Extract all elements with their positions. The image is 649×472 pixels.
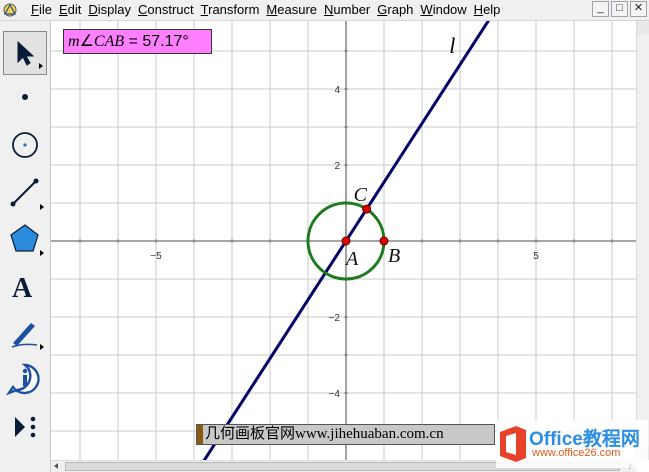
menu-label: raph bbox=[387, 2, 414, 17]
menu-edit[interactable]: Edit bbox=[56, 0, 85, 20]
point-label-a[interactable]: A bbox=[344, 248, 359, 270]
y-tick-label: −4 bbox=[329, 389, 341, 400]
arrow-select-tool[interactable] bbox=[3, 31, 47, 75]
y-tick-label: −2 bbox=[329, 313, 341, 324]
compass-circle-icon bbox=[12, 132, 38, 158]
website-caption: 几何画板官网www.jihehuaban.com.cn bbox=[196, 424, 495, 445]
menu-label: easure bbox=[277, 2, 318, 17]
menu-mnemonic: M bbox=[266, 2, 278, 17]
information-tool[interactable] bbox=[3, 357, 47, 401]
arrow-icon bbox=[17, 40, 35, 66]
measure-value: = 57.17° bbox=[124, 33, 189, 50]
x-tick-label: −5 bbox=[150, 251, 162, 262]
menu-file[interactable]: File bbox=[28, 0, 56, 20]
text-tool[interactable]: A bbox=[3, 265, 47, 309]
angle-symbol: ∠ bbox=[79, 33, 94, 50]
menu-mnemonic: W bbox=[420, 2, 433, 17]
polygon-tool[interactable] bbox=[3, 217, 47, 261]
menu: File Edit Display Construct Transform Measure… bbox=[28, 0, 504, 20]
menu-label: dit bbox=[67, 2, 82, 17]
menu-bar: File Edit Display Construct Transform Measure… bbox=[0, 0, 649, 21]
menu-display[interactable]: Display bbox=[85, 0, 135, 20]
logo-url: www.office26.com bbox=[532, 447, 621, 459]
office-logo-icon bbox=[500, 426, 526, 462]
menu-mnemonic: D bbox=[88, 2, 98, 17]
point-a[interactable] bbox=[341, 236, 351, 246]
caption-text: 几何画板官网www.jihehuaban.com.cn bbox=[205, 426, 444, 442]
sketch-canvas[interactable]: −5 5 4 2 −2 −4 A B C l bbox=[51, 21, 636, 460]
straightedge-tool[interactable] bbox=[3, 171, 47, 215]
measure-m: m bbox=[68, 33, 80, 50]
app-icon[interactable] bbox=[2, 2, 18, 18]
point-icon bbox=[22, 94, 28, 100]
compass-tool[interactable] bbox=[3, 123, 47, 167]
angle-measurement[interactable]: m∠CAB = 57.17° bbox=[63, 29, 212, 54]
toolbox: A bbox=[0, 21, 51, 472]
scroll-left-icon[interactable] bbox=[54, 463, 58, 469]
tool-menu-arrow-icon bbox=[40, 204, 44, 210]
measure-angle-name: CAB bbox=[93, 33, 125, 50]
caption-marker bbox=[197, 425, 203, 444]
menu-mnemonic: E bbox=[58, 2, 68, 17]
menu-label: indow bbox=[432, 2, 467, 17]
restore-button[interactable]: □ bbox=[611, 1, 628, 17]
menu-label: isplay bbox=[97, 2, 132, 17]
close-button[interactable]: ✕ bbox=[630, 1, 647, 17]
custom-tool-icon bbox=[15, 416, 36, 438]
menu-mnemonic: F bbox=[31, 2, 39, 17]
point-tool[interactable] bbox=[3, 75, 47, 119]
line-label[interactable]: l bbox=[449, 33, 455, 58]
tool-menu-arrow-icon bbox=[40, 344, 44, 350]
office-logo: Office教程网 www.office26.com bbox=[496, 420, 648, 468]
text-tool-glyph: A bbox=[12, 273, 33, 304]
window-controls: _ □ ✕ bbox=[592, 1, 647, 17]
menu-label: umber bbox=[333, 2, 371, 17]
text-a-icon: A bbox=[12, 273, 33, 304]
menu-graph[interactable]: Graph bbox=[374, 0, 417, 20]
menu-construct[interactable]: Construct bbox=[135, 0, 198, 20]
vertical-scrollbar[interactable] bbox=[636, 21, 649, 460]
points: A B C bbox=[341, 184, 400, 270]
point-label-b[interactable]: B bbox=[388, 245, 400, 267]
tool-menu-arrow-icon bbox=[39, 63, 43, 69]
menu-window[interactable]: Window bbox=[417, 0, 470, 20]
menu-label: elp bbox=[483, 2, 501, 17]
point-c[interactable] bbox=[362, 204, 372, 214]
menu-mnemonic: T bbox=[200, 2, 209, 17]
point-b[interactable] bbox=[379, 236, 389, 246]
menu-mnemonic: G bbox=[377, 2, 388, 17]
menu-help[interactable]: Help bbox=[471, 0, 505, 20]
menu-transform[interactable]: Transform bbox=[198, 0, 264, 20]
menu-number[interactable]: Number bbox=[321, 0, 374, 20]
marker-tool[interactable] bbox=[3, 311, 47, 355]
minimize-button[interactable]: _ bbox=[592, 1, 609, 17]
y-tick-label: 2 bbox=[334, 161, 340, 172]
x-tick-label: 5 bbox=[533, 251, 539, 262]
menu-label: ransform bbox=[208, 2, 260, 17]
tool-menu-arrow-icon bbox=[40, 250, 44, 256]
custom-tool[interactable] bbox=[3, 405, 47, 449]
coordinate-plane[interactable]: −5 5 4 2 −2 −4 A B C l bbox=[51, 21, 636, 460]
menu-measure[interactable]: Measure bbox=[263, 0, 321, 20]
menu-label: onstruct bbox=[147, 2, 194, 17]
menu-label: ile bbox=[38, 2, 52, 17]
scroll-up-button[interactable] bbox=[637, 21, 649, 35]
menu-mnemonic: H bbox=[473, 2, 484, 17]
point-label-c[interactable]: C bbox=[354, 184, 368, 206]
menu-mnemonic: C bbox=[138, 2, 148, 17]
y-tick-label: 4 bbox=[334, 85, 340, 96]
menu-mnemonic: N bbox=[324, 2, 334, 17]
info-icon bbox=[5, 363, 40, 396]
